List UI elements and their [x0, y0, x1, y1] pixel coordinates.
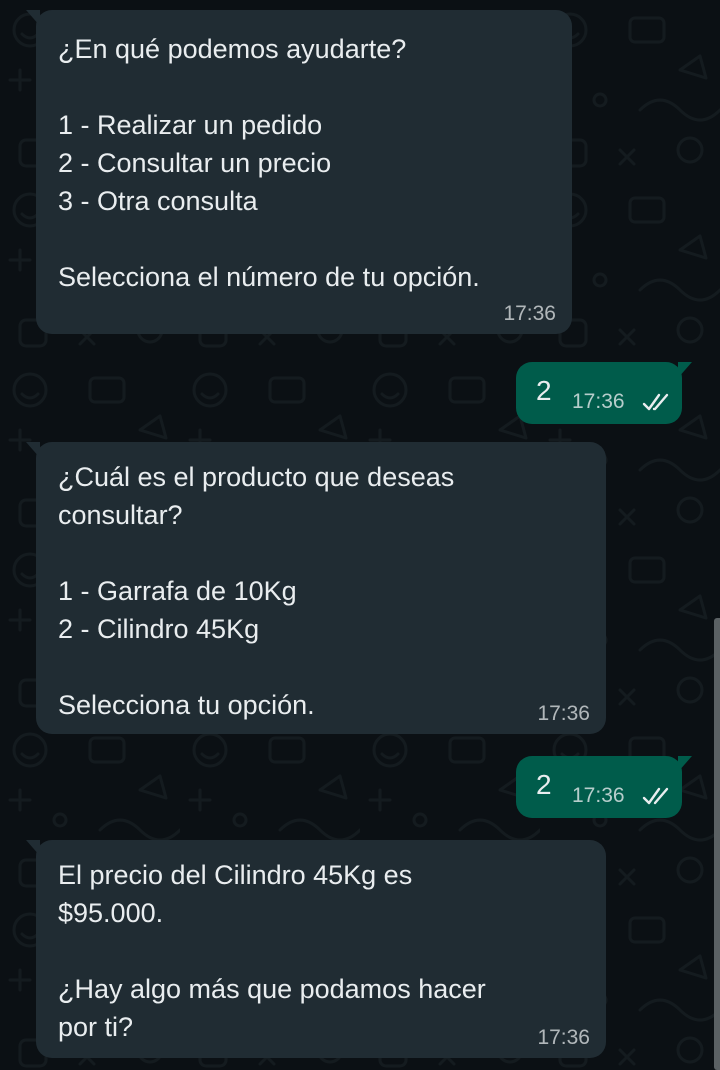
bubble-tail: [26, 10, 40, 26]
message-line: ¿Cuál es el producto que deseas: [58, 462, 455, 492]
message-line: [58, 220, 550, 258]
double-check-icon: [642, 787, 669, 805]
bubble-tail: [26, 442, 40, 458]
message-text: 2: [536, 769, 552, 800]
bubble-tail: [678, 362, 692, 378]
message-line: consultar?: [58, 500, 183, 530]
incoming-message[interactable]: ¿En qué podemos ayudarte? 1 - Realizar u…: [26, 10, 572, 334]
message-line: [58, 932, 584, 970]
message-line: Selecciona tu opción.: [58, 690, 315, 720]
message-time: 17:36: [503, 302, 556, 325]
message-line: [58, 648, 584, 686]
bubble-tail: [26, 840, 40, 856]
message-line: $95.000.: [58, 898, 164, 928]
message-time: 17:36: [537, 702, 590, 725]
message-line: por ti?: [58, 1012, 134, 1042]
message-line: [58, 68, 550, 106]
scrollbar-thumb[interactable]: [714, 618, 720, 1070]
incoming-message[interactable]: ¿Cuál es el producto que deseas consulta…: [26, 442, 606, 734]
double-check-icon: [642, 393, 669, 411]
outgoing-message[interactable]: 2 17:36: [516, 756, 692, 818]
message-line: 1 - Garrafa de 10Kg: [58, 576, 297, 606]
message-line: 1 - Realizar un pedido: [58, 110, 323, 140]
message-line: El precio del Cilindro 45Kg es: [58, 860, 413, 890]
message-time: 17:36: [572, 390, 625, 413]
message-time: 17:36: [537, 1026, 590, 1049]
outgoing-message[interactable]: 2 17:36: [516, 362, 692, 424]
message-time: 17:36: [572, 784, 625, 807]
message-line: 3 - Otra consulta: [58, 186, 258, 216]
message-line: 2 - Consultar un precio: [58, 148, 332, 178]
message-line: ¿Hay algo más que podamos hacer: [58, 974, 486, 1004]
message-line: ¿En qué podemos ayudarte?: [58, 34, 407, 64]
message-line: 2 - Cilindro 45Kg: [58, 614, 260, 644]
message-line: [58, 534, 584, 572]
chat-view[interactable]: ¿En qué podemos ayudarte? 1 - Realizar u…: [0, 0, 720, 1070]
bubble-tail: [678, 756, 692, 772]
message-text: 2: [536, 375, 552, 406]
incoming-message[interactable]: El precio del Cilindro 45Kg es $95.000. …: [26, 840, 606, 1058]
message-line: Selecciona el número de tu opción.: [58, 262, 480, 292]
